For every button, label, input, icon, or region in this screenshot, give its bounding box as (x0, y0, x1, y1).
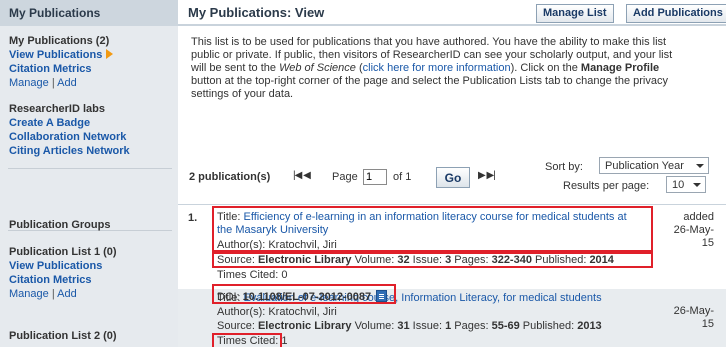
page-title: My Publications: View (188, 5, 325, 20)
results-per-page-select[interactable]: 10 (666, 176, 706, 193)
sort-by-select[interactable]: Publication Year (599, 157, 709, 174)
highlight-box (212, 284, 396, 304)
view-publications-label: View Publications (9, 49, 103, 61)
highlight-box (212, 252, 653, 268)
record-authors: Author(s): Kratochvil, Jiri (217, 306, 337, 318)
highlight-box (212, 206, 653, 252)
publication-list-2-title: Publication List 2 (0) (9, 330, 117, 342)
list1-view-publications-link[interactable]: View Publications (9, 259, 174, 273)
description-text: ). Click on the (510, 62, 581, 74)
current-arrow-icon (106, 49, 114, 59)
create-badge-link[interactable]: Create A Badge (9, 116, 174, 130)
description-line: This list is to be used for publications… (191, 36, 667, 48)
description: This list is to be used for publications… (191, 36, 721, 101)
description-line: public or private. If public, then visit… (191, 49, 673, 61)
manage-link[interactable]: Manage (9, 77, 49, 89)
main-content: My Publications: View Manage List Add Pu… (178, 0, 726, 347)
added-date: 26-May-15 (673, 305, 714, 330)
view-publications-link[interactable]: View Publications (9, 48, 174, 62)
issue-label: Issue: (409, 320, 446, 332)
sidebar-header: My Publications (0, 0, 178, 26)
sort-value: Publication Year (605, 160, 684, 172)
description-text: ( (355, 62, 363, 74)
sidebar-divider (8, 168, 172, 169)
record-times-cited: Times Cited: 0 (217, 269, 288, 281)
labs-title: ResearcherID labs (9, 103, 105, 115)
main-header: My Publications: View Manage List Add Pu… (178, 0, 726, 26)
my-publications-section: My Publications (2) View Publications Ci… (9, 34, 174, 90)
sort-label: Sort by: (545, 161, 583, 173)
collaboration-network-link[interactable]: Collaboration Network (9, 130, 174, 144)
manage-list-button[interactable]: Manage List (536, 4, 614, 23)
sidebar: My Publications My Publications (2) View… (0, 0, 178, 347)
page-total-label: of 1 (393, 171, 412, 183)
added-date: 26-May-15 (673, 224, 714, 249)
publication-count: 2 publication(s) (189, 171, 271, 183)
record-number: 1. (188, 212, 198, 224)
citing-articles-network-link[interactable]: Citing Articles Network (9, 144, 174, 158)
publication-groups-title: Publication Groups (9, 219, 111, 231)
page-number-input[interactable] (363, 169, 387, 185)
list1-manage-link[interactable]: Manage (9, 288, 49, 300)
results-per-page-label: Results per page: (563, 180, 650, 192)
next-last-page-icon[interactable]: ▶ ▶| (478, 170, 496, 181)
publication-list-1-title: Publication List 1 (0) (9, 246, 117, 258)
publication-list-1-section: Publication List 1 (0) View Publications… (9, 245, 174, 301)
more-info-link[interactable]: click here for more information (363, 62, 511, 74)
record-source: Source: Electronic Library Volume: 31 Is… (217, 320, 602, 333)
pages-label: Pages: (451, 320, 492, 332)
first-prev-page-icon[interactable]: |◀ ◀ (293, 170, 311, 181)
highlight-box (212, 333, 282, 347)
separator: | (51, 288, 55, 300)
my-publications-title: My Publications (2) (9, 35, 110, 47)
separator: | (51, 77, 55, 89)
list1-manage-add-row: Manage | Add (9, 287, 174, 301)
researcherid-labs-section: ResearcherID labs Create A Badge Collabo… (9, 102, 174, 158)
citation-metrics-link[interactable]: Citation Metrics (9, 62, 174, 76)
chevron-down-icon (696, 164, 704, 168)
source-journal: Electronic Library (257, 320, 352, 332)
published-label: Published: (519, 320, 578, 332)
description-line: will be sent to the Web of Science (clic… (191, 62, 721, 75)
page-label: Page (332, 171, 358, 183)
published-value: 2013 (577, 320, 602, 332)
volume-value: 31 (397, 320, 410, 332)
list1-citation-metrics-link[interactable]: Citation Metrics (9, 273, 174, 287)
chevron-down-icon (693, 183, 701, 187)
volume-label: Volume: (351, 320, 398, 332)
description-text: will be sent to the (191, 62, 280, 74)
manage-add-row: Manage | Add (9, 76, 174, 90)
manage-profile-text: Manage Profile (580, 62, 660, 74)
pages-value: 55-69 (491, 320, 520, 332)
web-of-science-text: Web of Science (279, 62, 356, 74)
go-button[interactable]: Go (436, 167, 470, 188)
rpp-value: 10 (672, 179, 685, 191)
list1-add-link[interactable]: Add (57, 288, 77, 300)
publication-record: 1. Title: Efficiency of e-learning in an… (178, 205, 726, 290)
description-line: button at the top-right corner of the pa… (191, 75, 668, 87)
description-line: settings of your data. (191, 88, 294, 100)
source-label: Source: (217, 320, 258, 332)
added-label: added (683, 211, 714, 223)
add-link[interactable]: Add (57, 77, 77, 89)
add-publications-button[interactable]: Add Publications (626, 4, 726, 23)
